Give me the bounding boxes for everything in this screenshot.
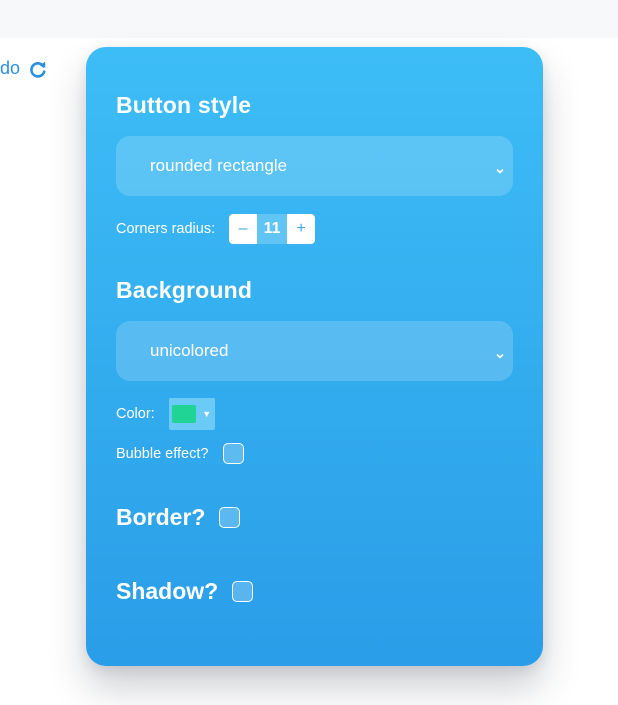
color-picker[interactable]: ▼ [168,398,215,430]
button-style-heading: Button style [116,92,252,118]
border-row: Border? [116,504,241,531]
corners-radius-stepper: – 11 + [229,214,316,244]
shadow-heading: Shadow? [116,578,219,604]
redo-icon [28,59,48,79]
bubble-effect-row: Bubble effect? [116,443,245,464]
shadow-row: Shadow? [116,578,254,605]
corners-radius-value[interactable]: 11 [257,214,288,244]
caret-down-icon: ▼ [202,409,212,419]
chevron-down-icon [495,161,505,174]
color-swatch [172,405,197,423]
background-heading: Background [116,277,253,303]
color-row: Color: ▼ [116,398,215,430]
chevron-down-icon [495,346,505,359]
top-bar [0,0,618,38]
button-style-select[interactable]: rounded rectangle [116,136,513,196]
color-label: Color: [116,406,155,422]
border-heading: Border? [116,504,206,530]
shadow-checkbox[interactable] [232,581,254,602]
background-value: unicolored [150,341,229,360]
background-select[interactable]: unicolored [116,321,513,381]
bubble-effect-checkbox[interactable] [223,443,245,464]
corners-radius-label: Corners radius: [116,221,216,237]
button-style-value: rounded rectangle [150,156,288,175]
bubble-effect-label: Bubble effect? [116,445,209,462]
border-checkbox[interactable] [219,507,241,528]
increment-button[interactable]: + [287,214,316,244]
redo-label: do [0,58,21,78]
redo-button[interactable]: do [0,58,48,79]
corners-radius-row: Corners radius: – 11 + [116,214,316,244]
decrement-button[interactable]: – [229,214,258,244]
button-settings-panel: Button style rounded rectangle Corners r… [86,47,543,666]
